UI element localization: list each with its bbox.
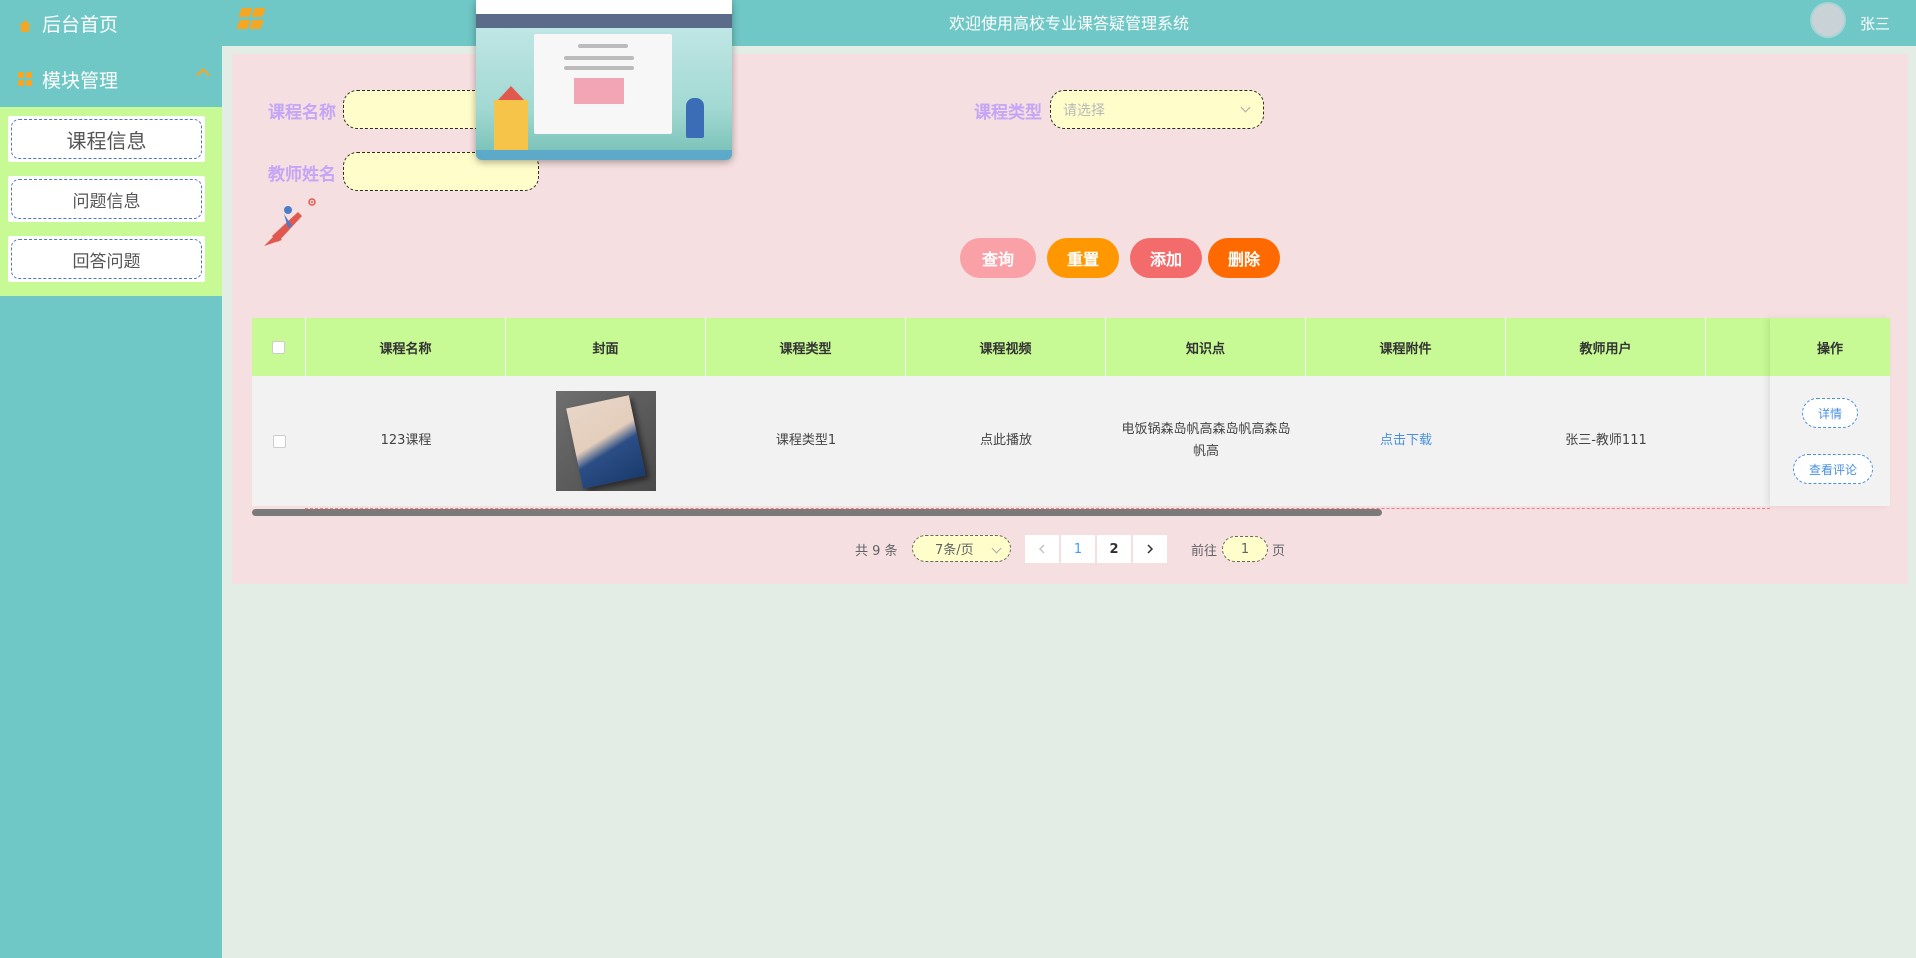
detail-button[interactable]: 详情 [1802, 398, 1858, 428]
sidebar-item-label: 问题信息 [11, 179, 202, 219]
rocket-decoration-icon [264, 198, 316, 246]
cell-cover [506, 376, 706, 506]
cell-teacher: 张三-教师111 [1565, 433, 1647, 448]
course-type-label: 课程类型 [974, 103, 1042, 123]
sidebar-item-course-info[interactable]: 课程信息 [8, 116, 205, 162]
sidebar-item-label: 课程信息 [11, 119, 202, 159]
pagination-total: 共 9 条 [855, 544, 898, 559]
column-header[interactable]: 课程类型 [706, 318, 906, 376]
home-icon [18, 16, 32, 32]
sidebar-item-answer-question[interactable]: 回答问题 [8, 236, 205, 282]
view-comments-button[interactable]: 查看评论 [1793, 454, 1873, 484]
cell-video-link[interactable]: 点此播放 [906, 376, 1106, 506]
course-table: 课程名称 封面 课程类型 课程视频 知识点 课程附件 教师用户 123课程 课程… [252, 318, 1890, 517]
page-button-1[interactable]: 1 [1061, 535, 1095, 563]
select-all-checkbox[interactable] [272, 340, 285, 354]
sidebar-submenu: 课程信息 问题信息 回答问题 [0, 107, 222, 296]
chevron-left-icon [1038, 544, 1045, 554]
sidebar-item-question-info[interactable]: 问题信息 [8, 176, 205, 222]
goto-page-input[interactable]: 1 [1222, 536, 1268, 562]
window-preview-thumbnail[interactable] [476, 0, 732, 160]
table-horizontal-scrollbar[interactable] [252, 509, 1382, 516]
reset-button[interactable]: 重置 [1047, 238, 1119, 278]
sidebar-item-label: 回答问题 [11, 239, 202, 279]
operation-column: 操作 详情 查看评论 [1770, 318, 1890, 506]
chevron-right-icon [1147, 544, 1154, 554]
column-header: 操作 [1770, 318, 1890, 376]
prev-page-button[interactable] [1025, 535, 1059, 563]
avatar[interactable] [1810, 2, 1846, 38]
course-name-label: 课程名称 [268, 103, 336, 123]
preview-scene [476, 28, 732, 160]
chevron-down-icon [991, 543, 1002, 554]
column-header[interactable]: 知识点 [1106, 318, 1306, 376]
chevron-up-icon [195, 67, 211, 83]
sidebar-group-module[interactable]: 模块管理 [18, 64, 211, 94]
sidebar-home-link[interactable]: 后台首页 [18, 8, 118, 38]
cover-image[interactable] [556, 391, 656, 491]
cell-knowledge: 电饭锅森岛帆高森岛帆高森岛帆高 [1121, 422, 1291, 459]
table-header: 课程名称 封面 课程类型 课程视频 知识点 课程附件 教师用户 [252, 318, 1890, 376]
page-suffix: 页 [1272, 544, 1286, 559]
sidebar: 后台首页 模块管理 课程信息 问题信息 回答问题 [0, 0, 222, 958]
cell-attachment-download-link[interactable]: 点击下载 [1306, 376, 1506, 506]
query-button[interactable]: 查询 [960, 238, 1036, 278]
table-row: 123课程 课程类型1 点此播放 电饭锅森岛帆高森岛帆高森岛帆高 点击下载 张三… [252, 376, 1890, 506]
select-all-cell [252, 318, 306, 376]
preview-url-bar [476, 0, 732, 14]
cell-course-type: 课程类型1 [775, 433, 837, 448]
page-button-2[interactable]: 2 [1097, 535, 1131, 563]
delete-button[interactable]: 删除 [1208, 238, 1280, 278]
grid-icon [18, 72, 32, 86]
goto-label: 前往 [1191, 544, 1218, 559]
row-select-cell [252, 376, 306, 506]
preview-nav-bar [476, 14, 732, 28]
column-header[interactable]: 教师用户 [1506, 318, 1706, 376]
page-size-value: 7条/页 [935, 543, 974, 558]
column-header[interactable]: 课程视频 [906, 318, 1106, 376]
sidebar-home-label: 后台首页 [42, 13, 119, 36]
column-header[interactable]: 课程名称 [306, 318, 506, 376]
cell-course-name: 123课程 [380, 433, 432, 448]
column-header[interactable]: 封面 [506, 318, 706, 376]
column-header[interactable]: 课程附件 [1306, 318, 1506, 376]
course-type-select[interactable]: 请选择 [1050, 90, 1264, 129]
sidebar-group-label: 模块管理 [42, 69, 119, 92]
row-checkbox[interactable] [272, 434, 286, 448]
teacher-name-label: 教师姓名 [268, 165, 336, 185]
next-page-button[interactable] [1133, 535, 1167, 563]
page-size-select[interactable]: 7条/页 [912, 535, 1011, 562]
username[interactable]: 张三 [1860, 13, 1890, 34]
chevron-down-icon [1240, 102, 1251, 113]
add-button[interactable]: 添加 [1130, 238, 1202, 278]
course-type-placeholder: 请选择 [1063, 102, 1105, 119]
